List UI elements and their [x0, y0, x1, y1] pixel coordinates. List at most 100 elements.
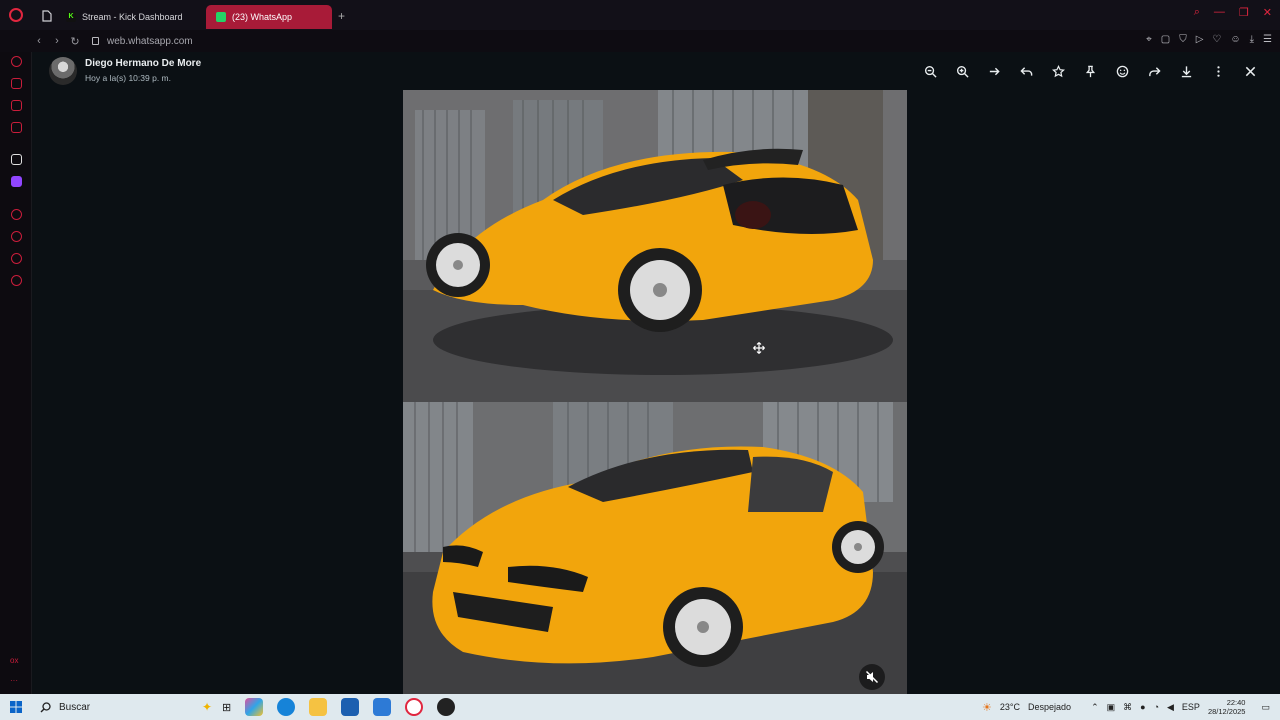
restore-button[interactable]: ❐ [1239, 6, 1249, 19]
pin-icon[interactable]: ⌖ [1146, 34, 1152, 45]
snapshot-icon[interactable]: ▢ [1161, 34, 1170, 45]
start-button[interactable] [0, 701, 32, 713]
clock-time: 22:40 [1226, 698, 1246, 707]
search-tabs-icon[interactable]: ⌕ [1194, 6, 1200, 19]
pin-button[interactable] [1074, 62, 1106, 80]
mic-icon[interactable]: ● [1140, 702, 1145, 712]
clock[interactable]: 22:40 28/12/2025 [1208, 698, 1246, 716]
gmail-icon[interactable] [11, 122, 22, 133]
edge-icon[interactable] [277, 698, 296, 716]
pinned-apps: ⊞ [222, 698, 456, 716]
notifications-icon[interactable]: ▭ [1261, 702, 1270, 713]
lock-icon [92, 37, 99, 45]
media-toolbar [914, 62, 1266, 80]
tray-app-icon[interactable]: ▣ [1107, 702, 1116, 713]
extensions-icon[interactable] [11, 253, 22, 264]
settings-icon[interactable] [11, 275, 22, 286]
unmute-button[interactable] [859, 664, 885, 690]
outlook-icon[interactable] [373, 698, 392, 716]
more-vert-icon [1216, 65, 1220, 77]
video-muted-icon [865, 670, 879, 684]
sent-time: Hoy a la(s) 10:39 p. m. [85, 73, 171, 83]
window-controls: ⌕ — ❐ ✕ [1194, 6, 1272, 19]
address-bar: ‹ › ↻ web.whatsapp.com ⌖ ▢ ⛉ ▷ ♡ ☺ ⤓ ☰ [0, 30, 1280, 52]
forward-button[interactable] [1138, 62, 1170, 80]
minimize-button[interactable]: — [1214, 6, 1225, 19]
forward-button[interactable]: › [48, 35, 66, 47]
reply-button[interactable] [1010, 62, 1042, 80]
sender-name[interactable]: Diego Hermano De More [85, 58, 201, 69]
close-window-button[interactable]: ✕ [1263, 6, 1272, 19]
shield-icon[interactable]: ⛉ [1179, 34, 1187, 45]
star-button[interactable] [1042, 62, 1074, 80]
copilot-sparkle-icon: ✦ [201, 700, 212, 714]
aria-icon[interactable] [11, 56, 22, 67]
player-icon[interactable]: ▷ [1196, 34, 1204, 45]
easy-setup-icon[interactable]: ☰ [1263, 34, 1272, 45]
clock-date: 28/12/2025 [1207, 707, 1246, 716]
wifi-icon[interactable]: ◔ [1154, 702, 1159, 712]
tab-kick-dashboard[interactable]: K Stream - Kick Dashboard [56, 5, 206, 29]
zoom-in-button[interactable] [946, 62, 978, 80]
taskbar-search[interactable]: Buscar ✦ [32, 696, 212, 718]
file-explorer-icon[interactable] [309, 698, 328, 716]
crypto-wallet-icon[interactable] [11, 78, 22, 89]
emoji-icon [1116, 65, 1128, 77]
new-tab-button[interactable]: + [338, 9, 345, 23]
avatar[interactable] [49, 57, 77, 85]
language-indicator[interactable]: ESP [1182, 702, 1200, 712]
tab-page-icon[interactable] [38, 10, 56, 22]
task-view-icon[interactable]: ⊞ [222, 701, 231, 714]
opera-taskbar-icon[interactable] [405, 698, 424, 716]
weather-temp[interactable]: 23°C [1000, 702, 1020, 712]
sidebar-footer-label[interactable]: ox [10, 656, 18, 665]
messenger-icon[interactable] [11, 100, 22, 111]
pin-icon [1085, 65, 1095, 77]
url-field[interactable]: web.whatsapp.com [92, 36, 193, 47]
download-icon[interactable]: ⤓ [1250, 34, 1254, 45]
search-icon [40, 701, 51, 712]
profile-icon[interactable]: ☺ [1230, 34, 1240, 45]
download-icon [1181, 65, 1191, 77]
back-button[interactable]: ‹ [30, 35, 48, 47]
browser-tab-bar: K Stream - Kick Dashboard (23) WhatsApp … [0, 0, 1280, 30]
heart-icon[interactable]: ♡ [1212, 34, 1221, 45]
car-front-image [403, 402, 907, 694]
more-options-button[interactable] [1202, 62, 1234, 80]
volume-icon[interactable]: ◀ [1167, 702, 1174, 713]
copilot-icon[interactable] [245, 698, 264, 716]
go-to-message-button[interactable] [978, 62, 1010, 80]
opera-sidebar: ox ··· [0, 52, 32, 694]
windows-taskbar: Buscar ✦ ⊞ ☀ 23°C Despejado ⌃ ▣ ⌘ ● ◔ ◀ … [0, 694, 1280, 720]
weather-desc[interactable]: Despejado [1028, 702, 1071, 712]
opera-menu-button[interactable] [0, 0, 32, 30]
player-sidebar-icon[interactable] [11, 209, 22, 220]
twitch-icon[interactable] [11, 176, 22, 187]
reply-icon [1019, 66, 1032, 76]
tab-label: Stream - Kick Dashboard [82, 12, 183, 22]
opera-logo-icon [9, 8, 23, 22]
chevron-up-icon[interactable]: ⌃ [1091, 702, 1099, 713]
zoom-out-button[interactable] [914, 62, 946, 80]
close-icon [1245, 66, 1255, 76]
move-cursor-icon [753, 342, 765, 354]
media-content[interactable] [403, 90, 907, 694]
close-viewer-button[interactable] [1234, 62, 1266, 80]
download-button[interactable] [1170, 62, 1202, 80]
whatsapp-icon [216, 12, 226, 22]
system-tray: ☀ 23°C Despejado ⌃ ▣ ⌘ ● ◔ ◀ ESP 22:40 2… [982, 694, 1270, 720]
more-icon[interactable]: ··· [10, 676, 18, 685]
weather-icon: ☀ [982, 701, 992, 714]
search-placeholder: Buscar [59, 701, 91, 713]
media-viewer: Diego Hermano De More Hoy a la(s) 10:39 … [32, 52, 1280, 694]
media-viewer-header: Diego Hermano De More Hoy a la(s) 10:39 … [32, 52, 1280, 90]
network-icon[interactable]: ⌘ [1123, 702, 1132, 713]
reload-button[interactable]: ↻ [66, 35, 84, 48]
arrow-right-icon [989, 67, 1000, 75]
kick-sidebar-icon[interactable] [11, 154, 22, 165]
app-taskbar-icon[interactable] [437, 698, 456, 716]
react-button[interactable] [1106, 62, 1138, 80]
history-icon[interactable] [11, 231, 22, 242]
store-icon[interactable] [341, 698, 360, 716]
tab-whatsapp[interactable]: (23) WhatsApp [206, 5, 332, 29]
